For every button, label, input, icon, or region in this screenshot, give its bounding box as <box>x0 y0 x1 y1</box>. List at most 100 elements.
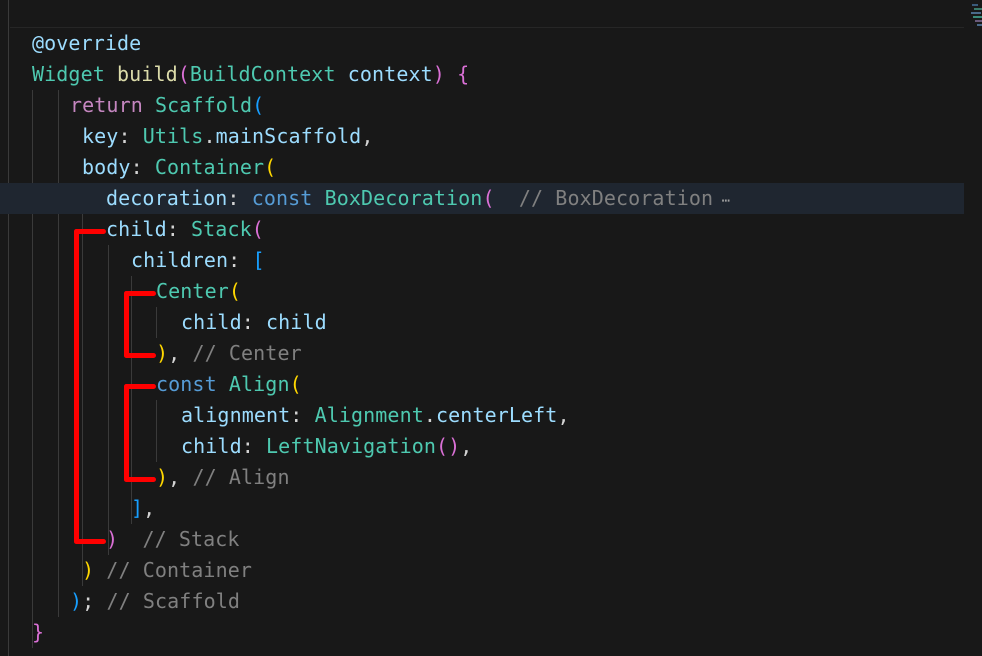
minimap[interactable] <box>968 0 982 60</box>
align-bracket-vertical <box>124 384 129 482</box>
code-line[interactable]: return Scaffold( <box>0 90 964 121</box>
code-token: () <box>436 434 461 458</box>
code-line[interactable]: Widget build(BuildContext context) { <box>0 59 964 90</box>
code-token: ( <box>251 217 264 241</box>
code-token: . <box>423 403 437 427</box>
code-token: : <box>118 124 143 148</box>
code-token: ) <box>106 527 119 551</box>
code-line-content: child: Stack( <box>106 214 264 245</box>
fold-ellipsis-button[interactable]: ⋯ <box>713 193 730 209</box>
code-line-content: ) // Container <box>82 555 252 586</box>
code-token: mainScaffold <box>215 124 362 148</box>
code-token: child <box>266 310 327 334</box>
code-token: context <box>347 62 433 86</box>
code-token: Utils <box>142 124 204 148</box>
code-token: , <box>168 465 193 489</box>
code-token: ] <box>131 496 144 520</box>
code-token: BoxDecoration <box>324 186 483 210</box>
code-token: centerLeft <box>436 403 558 427</box>
code-line-content: child: LeftNavigation(), <box>181 431 472 462</box>
code-token: , <box>460 434 473 458</box>
code-token: : <box>228 248 253 272</box>
code-token: Center <box>156 279 229 303</box>
code-token: build <box>117 62 178 86</box>
code-line[interactable]: ], <box>0 493 964 524</box>
code-token: alignment <box>181 403 291 427</box>
code-line-content: alignment: Alignment.centerLeft, <box>181 400 570 431</box>
code-line[interactable]: children: [ <box>0 245 964 276</box>
code-token: // Stack <box>118 527 240 551</box>
code-token: . <box>203 124 216 148</box>
stack-bracket-top <box>74 229 106 234</box>
code-line-content: key: Utils.mainScaffold, <box>82 121 373 152</box>
code-line-content: children: [ <box>131 245 265 276</box>
code-token: ) <box>156 341 169 365</box>
code-token: ( <box>264 155 277 179</box>
code-line-content: ], <box>131 493 155 524</box>
code-line[interactable]: ) // Stack <box>0 524 964 555</box>
code-token: Widget <box>32 62 105 86</box>
align-bracket-bottom <box>124 477 156 482</box>
code-token: const <box>251 186 313 210</box>
code-line-current[interactable]: decoration: const BoxDecoration( // BoxD… <box>0 183 964 214</box>
code-token: : <box>241 434 267 458</box>
code-token: body <box>82 155 131 179</box>
code-line-content: const Align( <box>156 369 302 400</box>
code-token: @override <box>32 31 142 55</box>
code-token: decoration <box>106 186 228 210</box>
code-line-content: return Scaffold( <box>70 90 264 121</box>
code-line[interactable]: ); // Scaffold <box>0 586 964 617</box>
code-token: // Center <box>192 341 302 365</box>
code-token: ( <box>482 186 495 210</box>
code-token: ( <box>177 62 190 86</box>
code-line[interactable]: child: Stack( <box>0 214 964 245</box>
code-line-content: decoration: const BoxDecoration( // BoxD… <box>106 183 730 217</box>
code-line[interactable]: child: child <box>0 307 964 338</box>
code-token: key <box>82 124 119 148</box>
code-token: children <box>131 248 229 272</box>
code-token: // Scaffold <box>94 589 241 613</box>
code-line-content: Center( <box>156 276 241 307</box>
code-token: Stack <box>191 217 252 241</box>
code-line-content: Widget build(BuildContext context) { <box>32 59 469 90</box>
code-token: // Align <box>192 465 290 489</box>
code-token: BuildContext <box>189 62 336 86</box>
code-token: , <box>168 341 193 365</box>
code-line[interactable]: child: LeftNavigation(), <box>0 431 964 462</box>
code-token: child <box>181 310 242 334</box>
code-token: : <box>241 310 267 334</box>
code-line-content: child: child <box>181 307 327 338</box>
code-token: ; <box>82 589 95 613</box>
code-token: ( <box>252 93 265 117</box>
code-token: ( <box>228 279 242 303</box>
code-token: , <box>143 496 156 520</box>
code-token: } <box>32 620 45 644</box>
code-token: LeftNavigation <box>266 434 436 458</box>
code-token: , <box>557 403 570 427</box>
code-token: : <box>130 155 155 179</box>
center-bracket-vertical <box>124 291 129 358</box>
code-line[interactable]: body: Container( <box>0 152 964 183</box>
code-token: // BoxDecoration <box>494 186 714 210</box>
center-bracket-top <box>124 291 156 296</box>
stack-bracket-bottom <box>74 539 106 544</box>
code-token: Container <box>154 155 265 179</box>
code-token: [ <box>252 248 265 272</box>
code-token: ) <box>70 589 83 613</box>
code-token: : <box>290 403 315 427</box>
code-line[interactable]: @override <box>0 28 964 59</box>
code-line[interactable]: key: Utils.mainScaffold, <box>0 121 964 152</box>
code-token: , <box>361 124 374 148</box>
stack-bracket-vertical <box>74 229 79 544</box>
code-line[interactable]: alignment: Alignment.centerLeft, <box>0 400 964 431</box>
code-token: : <box>227 186 252 210</box>
code-token: Scaffold <box>155 93 253 117</box>
code-line[interactable]: ) // Container <box>0 555 964 586</box>
code-line-content: body: Container( <box>82 152 276 183</box>
code-line[interactable]: } <box>0 617 964 648</box>
